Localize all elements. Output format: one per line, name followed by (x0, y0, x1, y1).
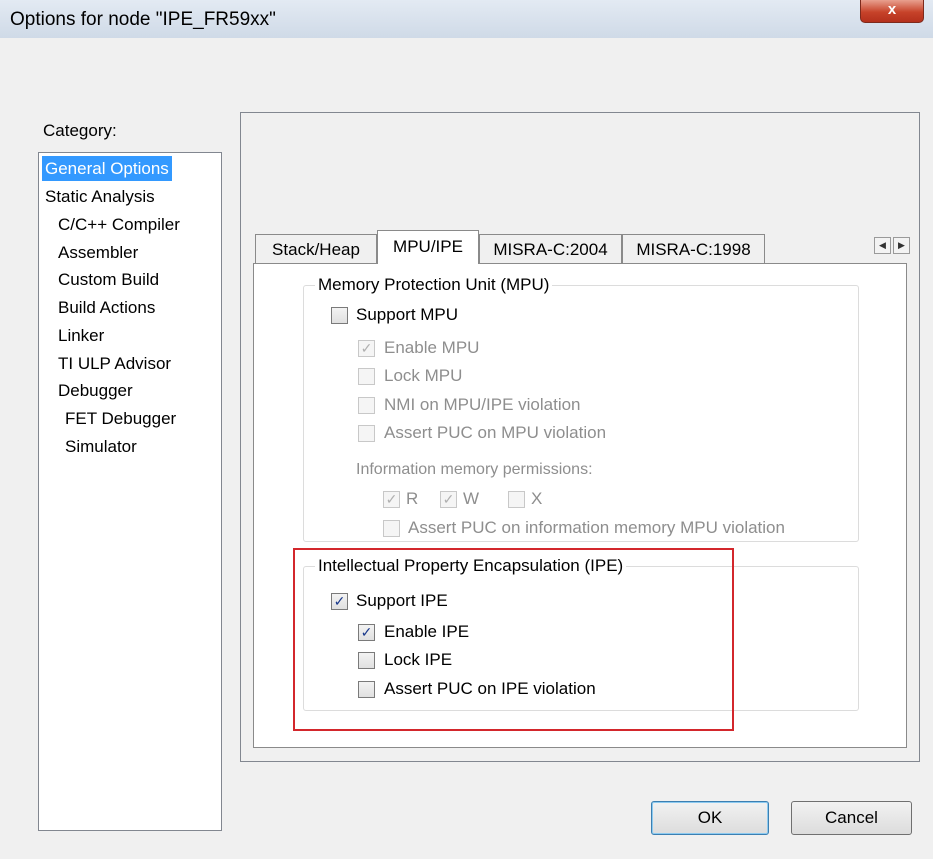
tab-misra-2004[interactable]: MISRA-C:2004 (479, 234, 622, 264)
category-item-custom-build[interactable]: Custom Build (55, 267, 162, 292)
category-item-simulator[interactable]: Simulator (62, 434, 140, 459)
perm-x-label: X (531, 489, 543, 508)
perm-w-checkbox[interactable]: ✓ (440, 491, 457, 508)
tab-misra-1998[interactable]: MISRA-C:1998 (622, 234, 765, 264)
close-button[interactable]: x (860, 0, 924, 23)
tab-stack-heap[interactable]: Stack/Heap (255, 234, 377, 264)
category-item-assembler[interactable]: Assembler (55, 240, 141, 265)
perm-r-checkbox[interactable]: ✓ (383, 491, 400, 508)
enable-mpu-label: Enable MPU (384, 338, 480, 357)
support-mpu-checkbox[interactable] (331, 307, 348, 324)
perm-x-checkbox[interactable] (508, 491, 525, 508)
highlight-annotation (293, 548, 734, 731)
mpu-legend: Memory Protection Unit (MPU) (315, 275, 553, 295)
category-item-static-analysis[interactable]: Static Analysis (42, 184, 158, 209)
window-title: Options for node "IPE_FR59xx" (10, 9, 276, 30)
perm-r-label: R (406, 489, 419, 508)
category-item-c-compiler[interactable]: C/C++ Compiler (55, 212, 183, 237)
support-mpu-label: Support MPU (356, 305, 459, 324)
category-item-ti-ulp-advisor[interactable]: TI ULP Advisor (55, 351, 174, 376)
assert-puc-mpu-checkbox[interactable] (358, 425, 375, 442)
nmi-violation-label: NMI on MPU/IPE violation (384, 395, 581, 414)
tab-mpu-ipe[interactable]: MPU/IPE (377, 230, 479, 264)
category-item-linker[interactable]: Linker (55, 323, 107, 348)
category-item-build-actions[interactable]: Build Actions (55, 295, 158, 320)
info-assert-puc-label: Assert PUC on information memory MPU vio… (408, 518, 785, 537)
category-item-fet-debugger[interactable]: FET Debugger (62, 406, 179, 431)
tab-scroll-right-icon[interactable]: ▶ (893, 237, 910, 254)
category-list[interactable]: General Options Static Analysis C/C++ Co… (38, 152, 222, 831)
tab-scroll-left-icon[interactable]: ◀ (874, 237, 891, 254)
info-memory-label: Information memory permissions: (356, 461, 593, 478)
title-bar: Options for node "IPE_FR59xx" x (0, 0, 933, 38)
cancel-button[interactable]: Cancel (791, 801, 912, 835)
lock-mpu-label: Lock MPU (384, 366, 463, 385)
category-item-debugger[interactable]: Debugger (55, 378, 136, 403)
category-item-general-options[interactable]: General Options (42, 156, 172, 181)
info-assert-puc-checkbox[interactable] (383, 520, 400, 537)
perm-w-label: W (463, 489, 480, 508)
enable-mpu-checkbox[interactable]: ✓ (358, 340, 375, 357)
close-icon: x (887, 1, 897, 18)
lock-mpu-checkbox[interactable] (358, 368, 375, 385)
nmi-violation-checkbox[interactable] (358, 397, 375, 414)
category-label: Category: (43, 121, 117, 140)
assert-puc-mpu-label: Assert PUC on MPU violation (384, 423, 607, 442)
ok-button[interactable]: OK (651, 801, 769, 835)
